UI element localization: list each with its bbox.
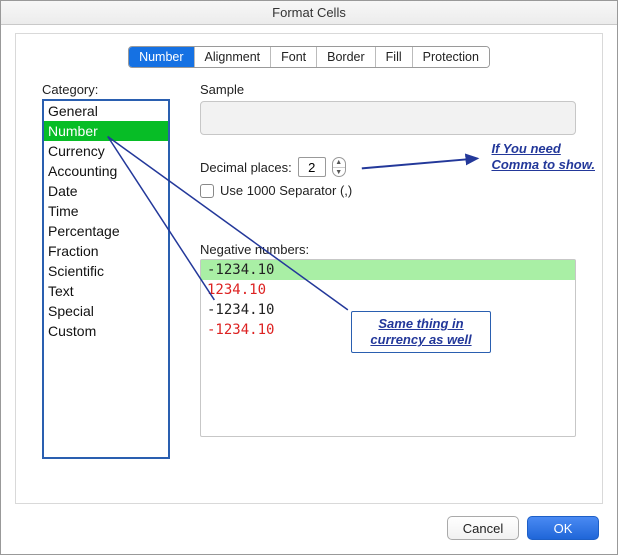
category-item-date[interactable]: Date — [44, 181, 168, 201]
thousands-separator-checkbox[interactable] — [200, 184, 214, 198]
stepper-down-icon[interactable]: ▼ — [333, 168, 345, 177]
tab-alignment[interactable]: Alignment — [195, 47, 272, 67]
category-item-special[interactable]: Special — [44, 301, 168, 321]
negative-item[interactable]: -1234.10 — [201, 300, 575, 320]
category-item-general[interactable]: General — [44, 101, 168, 121]
tab-number[interactable]: Number — [129, 47, 194, 67]
sample-label: Sample — [200, 82, 576, 97]
tab-bar: Number Alignment Font Border Fill Protec… — [128, 46, 490, 68]
category-item-fraction[interactable]: Fraction — [44, 241, 168, 261]
negative-item[interactable]: -1234.10 — [201, 320, 575, 340]
category-label: Category: — [42, 82, 178, 97]
stepper-up-icon[interactable]: ▲ — [333, 158, 345, 168]
tab-fill[interactable]: Fill — [376, 47, 413, 67]
sample-box — [200, 101, 576, 135]
category-listbox[interactable]: General Number Currency Accounting Date … — [42, 99, 170, 459]
decimal-places-label: Decimal places: — [200, 160, 292, 175]
tab-border[interactable]: Border — [317, 47, 376, 67]
category-item-scientific[interactable]: Scientific — [44, 261, 168, 281]
category-item-text[interactable]: Text — [44, 281, 168, 301]
negative-numbers-listbox[interactable]: -1234.10 1234.10 -1234.10 -1234.10 — [200, 259, 576, 437]
tab-protection[interactable]: Protection — [413, 47, 489, 67]
category-item-time[interactable]: Time — [44, 201, 168, 221]
negative-item[interactable]: 1234.10 — [201, 280, 575, 300]
dialog-body: Number Alignment Font Border Fill Protec… — [15, 33, 603, 504]
ok-button[interactable]: OK — [527, 516, 599, 540]
tab-font[interactable]: Font — [271, 47, 317, 67]
thousands-separator-label: Use 1000 Separator (,) — [220, 183, 352, 198]
cancel-button[interactable]: Cancel — [447, 516, 519, 540]
category-item-accounting[interactable]: Accounting — [44, 161, 168, 181]
window-title: Format Cells — [1, 1, 617, 25]
category-item-number[interactable]: Number — [44, 121, 168, 141]
format-cells-dialog: Format Cells Number Alignment Font Borde… — [0, 0, 618, 555]
negative-numbers-label: Negative numbers: — [200, 242, 576, 257]
category-item-percentage[interactable]: Percentage — [44, 221, 168, 241]
category-item-currency[interactable]: Currency — [44, 141, 168, 161]
negative-item[interactable]: -1234.10 — [201, 260, 575, 280]
decimal-places-stepper[interactable]: ▲ ▼ — [332, 157, 346, 177]
decimal-places-input[interactable] — [298, 157, 326, 177]
category-item-custom[interactable]: Custom — [44, 321, 168, 341]
